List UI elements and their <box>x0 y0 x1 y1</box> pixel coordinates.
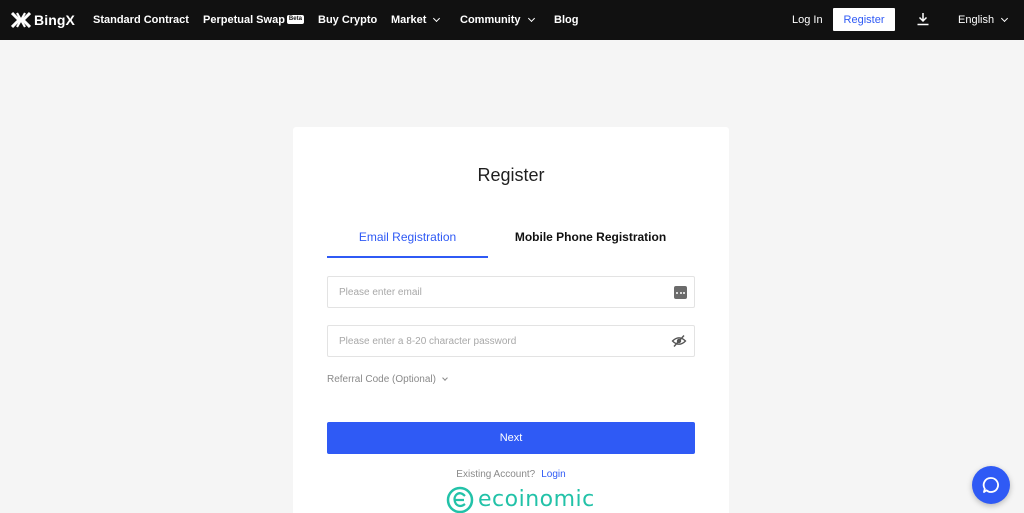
nav-perpetual-swap-label: Perpetual Swap <box>203 14 285 26</box>
nav-buy-crypto-label: Buy Crypto <box>318 14 378 26</box>
header-login-link[interactable]: Log In <box>792 0 823 40</box>
existing-account-text: Existing Account? <box>456 469 536 480</box>
register-card: Register Email Registration Mobile Phone… <box>293 127 729 513</box>
nav-buy-crypto[interactable]: Buy Crypto <box>318 0 377 40</box>
chevron-down-icon <box>442 375 448 381</box>
ecoinomic-logo-icon <box>446 486 474 513</box>
nav-market[interactable]: Market <box>391 0 441 40</box>
chevron-down-icon <box>433 14 441 23</box>
top-navigation-bar: BingX Standard Contract Perpetual Swap B… <box>0 0 1024 40</box>
language-selector[interactable]: English <box>958 0 1009 40</box>
tab-email-registration[interactable]: Email Registration <box>327 228 488 258</box>
nav-standard-contract[interactable]: Standard Contract <box>93 0 189 40</box>
referral-code-toggle[interactable]: Referral Code (Optional) <box>327 374 448 385</box>
beta-badge: Beta <box>286 15 304 24</box>
referral-code-label: Referral Code (Optional) <box>327 374 436 385</box>
watermark-text: ecoinomic <box>478 487 595 512</box>
login-link[interactable]: Login <box>541 469 565 480</box>
nav-blog[interactable]: Blog <box>554 0 578 40</box>
brand-name: BingX <box>34 12 75 28</box>
chevron-down-icon <box>527 14 535 23</box>
nav-community[interactable]: Community <box>460 0 535 40</box>
nav-blog-label: Blog <box>554 14 579 26</box>
page-title: Register <box>477 165 545 185</box>
existing-account-row: Existing Account? Login <box>293 469 729 480</box>
header-register-button[interactable]: Register <box>833 8 895 31</box>
language-label: English <box>958 14 995 26</box>
bingx-logo[interactable]: BingX <box>11 10 75 30</box>
nav-standard-contract-label: Standard Contract <box>93 14 189 26</box>
nav-perpetual-swap[interactable]: Perpetual Swap Beta <box>203 0 304 40</box>
password-input[interactable] <box>328 326 658 356</box>
nav-community-label: Community <box>460 14 521 26</box>
download-icon[interactable] <box>915 11 931 27</box>
chat-support-button[interactable] <box>972 466 1010 504</box>
bingx-logo-icon <box>11 11 31 29</box>
tab-mobile-phone-registration[interactable]: Mobile Phone Registration <box>488 228 693 258</box>
email-field-container <box>327 276 695 308</box>
chat-bubble-icon <box>982 477 999 493</box>
email-input[interactable] <box>328 277 658 307</box>
autofill-icon[interactable] <box>674 286 687 299</box>
password-field-container <box>327 325 695 357</box>
next-button[interactable]: Next <box>327 422 695 454</box>
nav-market-label: Market <box>391 14 427 26</box>
chevron-down-icon <box>1001 14 1009 23</box>
watermark: ecoinomic <box>446 486 595 513</box>
eye-slash-icon[interactable] <box>671 334 687 348</box>
